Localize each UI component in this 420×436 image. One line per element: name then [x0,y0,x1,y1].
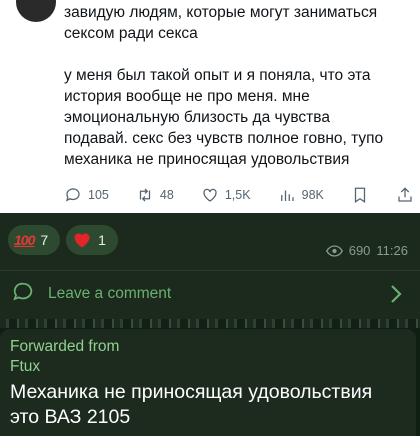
like-count: 1,5K [224,188,251,202]
tweet-screenshot: завидую людям, которые могут заниматься … [0,0,420,213]
share-action[interactable] [396,186,414,204]
forwarded-message: Forwarded from Ftux Механика не приносящ… [0,319,420,436]
post-time: 11:26 [376,243,408,258]
post-footer: 100 7 1 690 11:26 Leave a comment [0,213,420,319]
forwarded-source-link[interactable]: Ftux [10,357,40,377]
post-meta: 690 11:26 [325,243,408,258]
view-count: 690 [348,243,371,258]
eye-icon [325,244,343,257]
reaction-heart[interactable]: 1 [66,225,118,255]
heart-icon [74,233,90,248]
bookmark-icon [354,187,366,203]
tweet-paragraph: завидую людям, которые могут заниматься … [64,4,378,42]
reaction-count: 7 [40,232,49,248]
views-action[interactable]: 98K [278,186,324,204]
reply-action[interactable]: 105 [64,186,109,204]
tweet-actions: 105 48 1,5K 98K [64,183,414,207]
tweet-text: завидую людям, которые могут заниматься … [64,2,410,191]
message-bubble: Forwarded from Ftux Механика не приносящ… [0,329,416,436]
reply-count: 105 [88,188,109,202]
message-text: Механика не приносящая удовольствия это … [10,381,373,428]
like-icon [203,188,217,202]
retweet-icon [139,188,151,202]
avatar [16,0,56,22]
comment-label: Leave a comment [48,285,172,302]
reactions: 100 7 1 [8,225,118,255]
leave-comment-button[interactable]: Leave a comment [12,280,410,308]
views-icon [280,190,294,201]
hundred-points-icon: 100 [14,232,35,248]
previous-message-edge [0,319,420,328]
reaction-hundred[interactable]: 100 7 [8,225,61,255]
reaction-count: 1 [98,232,106,248]
share-icon [398,187,412,202]
retweet-count: 48 [159,188,174,202]
tweet-paragraph: у меня был такой опыт и я поняла, что эт… [64,67,384,168]
comment-icon [12,281,34,308]
bookmark-action[interactable] [351,186,369,204]
views-count: 98K [301,188,324,202]
retweet-action[interactable]: 48 [136,186,174,204]
reply-icon [66,188,80,202]
divider [0,270,420,271]
like-action[interactable]: 1,5K [201,186,251,204]
forwarded-label: Forwarded from [10,338,120,355]
chevron-right-icon [390,284,402,309]
